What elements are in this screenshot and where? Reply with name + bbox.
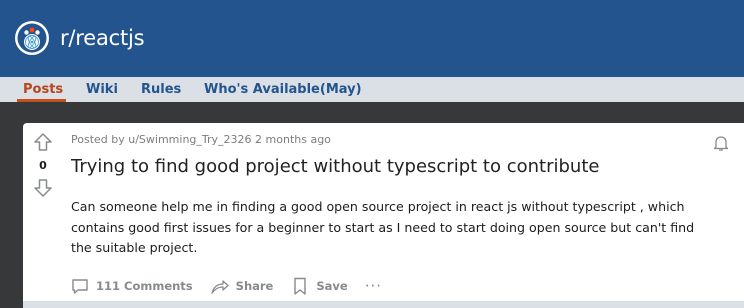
tab-whos-available[interactable]: Who's Available(May)	[204, 82, 362, 98]
share-icon	[211, 280, 229, 294]
post-meta[interactable]: Posted by u/Swimming_Try_2326 2 months a…	[71, 132, 331, 147]
bookmark-icon	[294, 277, 307, 295]
tab-rules[interactable]: Rules	[141, 82, 181, 98]
subreddit-tabs: Posts Wiki Rules Who's Available(May)	[0, 77, 744, 102]
comment-icon	[72, 279, 88, 294]
save-button[interactable]: Save	[290, 276, 348, 296]
active-tab-indicator	[17, 99, 66, 102]
reddit-snoo-react-icon[interactable]	[14, 20, 50, 56]
subreddit-name[interactable]: r/reactjs	[60, 24, 145, 52]
post-actions: 111 Comments Share Save ···	[70, 275, 382, 297]
post-title[interactable]: Trying to find good project without type…	[71, 156, 599, 178]
tab-posts[interactable]: Posts	[23, 82, 63, 98]
save-label: Save	[316, 279, 348, 293]
comments-label: 111 Comments	[96, 279, 193, 293]
post-body: Can someone help me in finding a good op…	[71, 199, 695, 255]
more-options-button[interactable]: ···	[365, 277, 382, 295]
tab-wiki[interactable]: Wiki	[86, 82, 118, 98]
post-divider	[23, 301, 744, 308]
downvote-icon[interactable]	[33, 178, 53, 198]
share-label: Share	[235, 279, 274, 293]
vote-column: 0	[33, 132, 53, 198]
post-card[interactable]: 0 Posted by u/Swimming_Try_2326 2 months…	[23, 123, 744, 308]
upvote-icon[interactable]	[33, 132, 53, 152]
comments-button[interactable]: 111 Comments	[70, 276, 193, 296]
share-button[interactable]: Share	[210, 276, 274, 296]
bell-icon[interactable]	[712, 134, 730, 152]
subreddit-banner: r/reactjs	[0, 0, 744, 77]
vote-score: 0	[39, 159, 47, 172]
